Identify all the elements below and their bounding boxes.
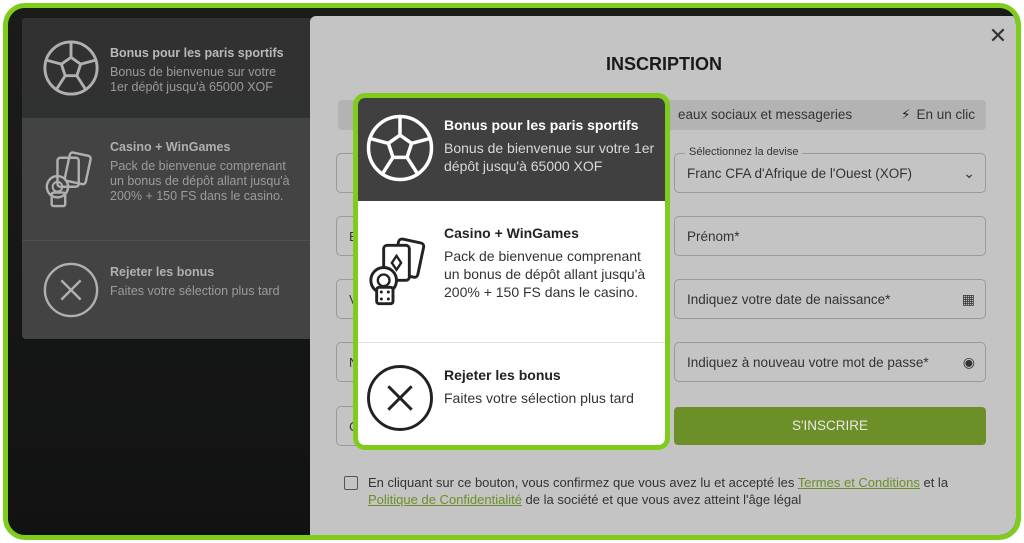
bonus-option-reject[interactable]: Rejeter les bonus Faites votre sélection… bbox=[22, 241, 313, 339]
calendar-icon[interactable]: ▦ bbox=[962, 291, 975, 308]
eye-slash-icon[interactable]: ◉ bbox=[963, 354, 975, 371]
close-icon[interactable]: ✕ bbox=[988, 25, 1008, 47]
bonus-option-description: Pack de bienvenue comprenant un bonus de… bbox=[444, 248, 646, 300]
bonus-option-title: Bonus pour les paris sportifs bbox=[444, 117, 639, 133]
birth-date-placeholder: Indiquez votre date de naissance* bbox=[687, 292, 891, 307]
consent-text-after: de la société et que vous avez atteint l… bbox=[521, 492, 802, 507]
bonus-option-title: Rejeter les bonus bbox=[110, 265, 215, 279]
bonus-dropdown-highlighted: Bonus pour les paris sportifs Bonus de b… bbox=[353, 93, 670, 450]
bonus-option-title: Bonus pour les paris sportifs bbox=[110, 46, 284, 60]
close-circle-icon bbox=[43, 262, 99, 318]
bonus-option-description: Bonus de bienvenue sur votre 1er dépôt j… bbox=[444, 140, 655, 174]
confirm-password-field[interactable]: Indiquez à nouveau votre mot de passe* ◉ bbox=[674, 342, 986, 382]
bonus-option-title: Rejeter les bonus bbox=[444, 367, 561, 383]
bonus-option-casino[interactable]: Casino + WinGames Pack de bienvenue comp… bbox=[22, 118, 313, 241]
consent-text-middle: et la bbox=[919, 475, 949, 490]
soccer-ball-icon bbox=[366, 114, 434, 182]
tab-social-networks[interactable]: eaux sociaux et messageries bbox=[678, 100, 852, 130]
register-button[interactable]: S'INSCRIRE bbox=[674, 407, 986, 445]
first-name-placeholder: Prénom* bbox=[687, 229, 740, 244]
bonus-dropdown-dimmed: Bonus pour les paris sportifs Bonus de b… bbox=[22, 18, 313, 339]
casino-chips-cards-icon bbox=[369, 237, 426, 306]
consent-checkbox[interactable] bbox=[344, 476, 358, 490]
tab-one-click[interactable]: En un clic bbox=[890, 100, 986, 130]
currency-value: Franc CFA d'Afrique de l'Ouest (XOF) bbox=[687, 166, 912, 181]
bonus-option-sports[interactable]: Bonus pour les paris sportifs Bonus de b… bbox=[22, 18, 313, 118]
bonus-option-title: Casino + WinGames bbox=[444, 225, 579, 241]
consent-text: En cliquant sur ce bouton, vous confirme… bbox=[368, 474, 988, 508]
bonus-option-description: Faites votre sélection plus tard bbox=[444, 390, 634, 406]
currency-label: Sélectionnez la devise bbox=[685, 146, 803, 158]
first-name-field[interactable]: Prénom* bbox=[674, 216, 986, 256]
modal-title: INSCRIPTION bbox=[605, 54, 722, 74]
soccer-ball-icon bbox=[43, 40, 99, 96]
bonus-option-description: Pack de bienvenue comprenant un bonus de… bbox=[110, 159, 290, 203]
bonus-option-sports[interactable]: Bonus pour les paris sportifs Bonus de b… bbox=[358, 98, 665, 201]
bonus-option-description: Faites votre sélection plus tard bbox=[110, 284, 280, 298]
bonus-option-description: Bonus de bienvenue sur votre 1er dépôt j… bbox=[110, 65, 277, 94]
birth-date-field[interactable]: Indiquez votre date de naissance* ▦ bbox=[674, 279, 986, 319]
consent-text-before: En cliquant sur ce bouton, vous confirme… bbox=[368, 475, 798, 490]
confirm-password-placeholder: Indiquez à nouveau votre mot de passe* bbox=[687, 355, 929, 370]
close-circle-icon bbox=[367, 365, 433, 431]
bonus-option-reject[interactable]: Rejeter les bonus Faites votre sélection… bbox=[358, 343, 665, 445]
casino-chips-cards-icon bbox=[45, 151, 92, 208]
privacy-link[interactable]: Politique de Confidentialité bbox=[368, 492, 522, 507]
terms-link[interactable]: Termes et Conditions bbox=[798, 475, 920, 490]
chevron-down-icon: ⌄ bbox=[963, 165, 975, 181]
currency-select[interactable]: Sélectionnez la devise Franc CFA d'Afriq… bbox=[674, 146, 986, 193]
bonus-option-title: Casino + WinGames bbox=[110, 140, 231, 154]
bonus-option-casino[interactable]: Casino + WinGames Pack de bienvenue comp… bbox=[358, 201, 665, 343]
